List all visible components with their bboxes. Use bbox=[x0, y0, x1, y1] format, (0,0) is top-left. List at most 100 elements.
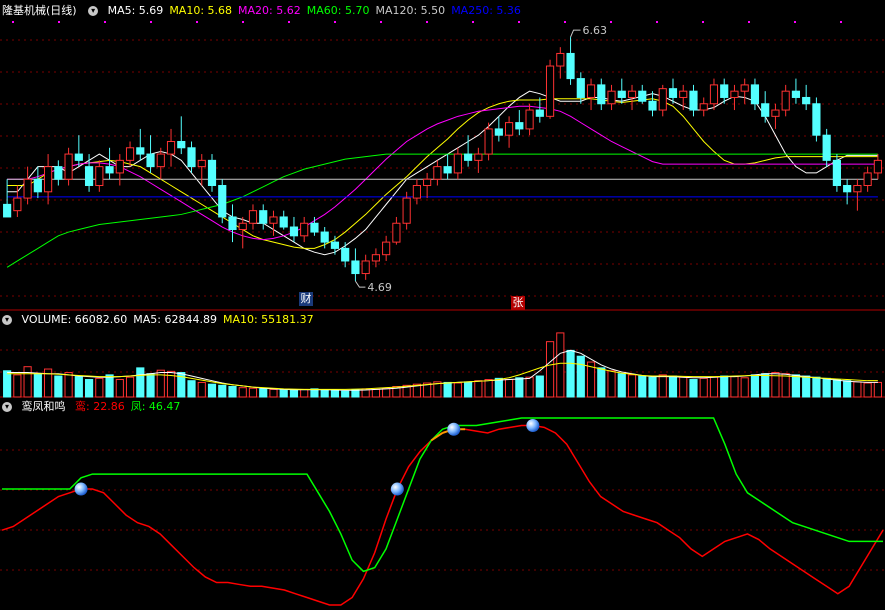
signal-ball-2 bbox=[447, 422, 461, 436]
candle-body bbox=[412, 185, 421, 199]
candle-body bbox=[873, 159, 882, 174]
candle bbox=[699, 97, 708, 117]
candle-body bbox=[361, 260, 370, 275]
candle-body bbox=[238, 222, 247, 231]
candle-body bbox=[166, 140, 176, 155]
candle bbox=[402, 191, 411, 230]
candle bbox=[802, 84, 811, 111]
volume-bar bbox=[187, 380, 196, 398]
volume-bar bbox=[453, 382, 462, 398]
volume-bar bbox=[750, 374, 760, 398]
candle-body bbox=[3, 203, 12, 218]
indicator-settings-icon[interactable]: ▾ bbox=[2, 402, 12, 412]
candle-body bbox=[423, 178, 432, 187]
volume-bar bbox=[535, 375, 544, 398]
candle bbox=[166, 128, 176, 167]
candle bbox=[187, 141, 196, 173]
main-legend-item-1: MA10: 5.68 bbox=[169, 4, 233, 17]
candle-body bbox=[95, 166, 104, 187]
candle-body bbox=[177, 140, 186, 149]
candle-body bbox=[832, 159, 841, 187]
volume-bar bbox=[638, 375, 647, 398]
indicator-line-1 bbox=[2, 417, 883, 573]
candles bbox=[3, 37, 882, 282]
volume-legend: ▾ VOLUME: 66082.60 MA5: 62844.89 MA10: 551… bbox=[0, 312, 326, 328]
top-dot bbox=[518, 21, 520, 23]
top-dot bbox=[150, 21, 152, 23]
indicator-legend: ▾ 鸾凤和鸣 鸾: 22.86 凤: 46.47 bbox=[0, 399, 192, 415]
candle-body bbox=[586, 84, 596, 98]
marker-cai[interactable]: 财 bbox=[299, 292, 313, 306]
candle bbox=[873, 154, 882, 180]
candle-body bbox=[761, 103, 770, 117]
legend-settings-icon[interactable]: ▾ bbox=[88, 6, 99, 16]
candle-body bbox=[197, 159, 206, 168]
candle bbox=[453, 147, 462, 180]
volume-bar bbox=[259, 388, 268, 398]
volume-bar bbox=[115, 379, 124, 398]
candle-body bbox=[617, 90, 626, 98]
volume-bar bbox=[740, 377, 749, 398]
volume-bar bbox=[146, 373, 155, 398]
candle-body bbox=[269, 216, 278, 224]
candle-body bbox=[781, 90, 790, 111]
volume-bar bbox=[474, 380, 483, 398]
candle-body bbox=[720, 84, 729, 98]
volume-bar bbox=[84, 379, 94, 398]
candle bbox=[136, 128, 145, 161]
candle-body bbox=[13, 197, 22, 212]
candle-body bbox=[33, 178, 42, 193]
candle-body bbox=[74, 153, 83, 161]
candle-body bbox=[648, 100, 657, 111]
volume-bar bbox=[320, 389, 329, 398]
candle-body bbox=[84, 166, 94, 187]
volume-settings-icon[interactable]: ▾ bbox=[2, 315, 12, 325]
top-dot bbox=[426, 21, 428, 23]
candle bbox=[822, 128, 831, 167]
candle-body bbox=[392, 222, 401, 243]
candle-body bbox=[23, 178, 32, 199]
marker-zhang[interactable]: 张 bbox=[511, 296, 525, 310]
candle-body bbox=[433, 166, 442, 180]
volume-bar bbox=[33, 373, 42, 398]
candle bbox=[586, 78, 596, 111]
volume-bar bbox=[484, 379, 493, 398]
candle bbox=[228, 204, 237, 243]
candle bbox=[617, 78, 626, 104]
volume-bar bbox=[699, 377, 708, 398]
chart-canvas: 6.63 4.69 bbox=[0, 21, 885, 606]
candle bbox=[33, 166, 42, 199]
candle-body bbox=[207, 159, 217, 187]
candle-body bbox=[156, 153, 165, 168]
candle-body bbox=[289, 226, 299, 237]
ma-line-ma5 bbox=[7, 90, 878, 256]
volume-bar bbox=[464, 381, 473, 398]
candle bbox=[238, 216, 247, 249]
candle bbox=[300, 216, 309, 243]
candle-body bbox=[44, 166, 53, 193]
candle-body bbox=[566, 52, 575, 80]
volume-bar bbox=[54, 375, 63, 398]
candle bbox=[54, 160, 63, 186]
candle bbox=[556, 47, 565, 79]
volume-bar bbox=[23, 366, 32, 398]
volume-bars bbox=[3, 332, 882, 398]
high-annotation-line bbox=[570, 29, 581, 38]
candle-body bbox=[259, 210, 268, 224]
candle-body bbox=[279, 216, 288, 228]
candle bbox=[638, 84, 647, 104]
candle-body bbox=[464, 153, 473, 161]
indicator-line-0 bbox=[1, 424, 884, 606]
candle-body bbox=[453, 153, 462, 174]
candle bbox=[648, 91, 657, 117]
top-dot bbox=[380, 21, 382, 23]
candle-body bbox=[802, 96, 811, 105]
top-dot bbox=[748, 21, 750, 23]
candle-body bbox=[371, 254, 380, 262]
candle bbox=[494, 116, 503, 142]
candle-body bbox=[330, 241, 340, 249]
volume-bar bbox=[443, 381, 452, 398]
volume-bar bbox=[863, 382, 872, 398]
candle-body bbox=[740, 84, 749, 92]
candle bbox=[279, 210, 288, 230]
